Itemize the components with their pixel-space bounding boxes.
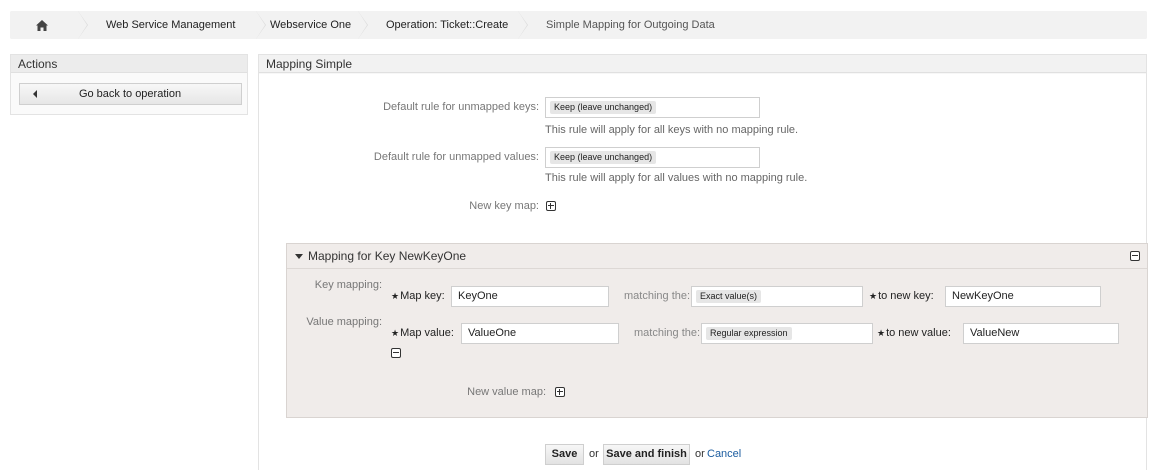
remove-key-map-icon[interactable] — [1130, 251, 1140, 261]
actions-sidebar: Actions Go back to operation — [10, 54, 248, 115]
default-keys-selected: Keep (leave unchanged) — [550, 101, 657, 114]
to-new-value-label: ★to new value: — [877, 327, 951, 339]
go-back-button[interactable]: Go back to operation — [19, 83, 242, 105]
map-value-input[interactable]: ValueOne — [461, 323, 619, 344]
default-keys-hint: This rule will apply for all keys with n… — [545, 124, 799, 136]
main-title: Mapping Simple — [259, 55, 1146, 73]
mapping-simple-box: Mapping Simple Default rule for unmapped… — [258, 54, 1148, 470]
required-star-icon: ★ — [869, 291, 878, 301]
breadcrumb-webservice[interactable]: Webservice One — [256, 11, 368, 39]
new-value-input[interactable]: ValueNew — [963, 323, 1119, 344]
map-key-input[interactable]: KeyOne — [451, 286, 609, 307]
value-matching-select[interactable]: Regular expression — [701, 323, 873, 344]
key-mapping-panel: Mapping for Key NewKeyOne Key mapping: ★… — [286, 243, 1148, 418]
key-mapping-panel-title: Mapping for Key NewKeyOne — [308, 249, 467, 263]
add-value-map-icon[interactable] — [555, 387, 565, 397]
breadcrumb-operation[interactable]: Operation: Ticket::Create — [358, 11, 528, 39]
key-mapping-panel-header[interactable]: Mapping for Key NewKeyOne — [287, 244, 1147, 269]
main-body: Default rule for unmapped keys: Keep (le… — [259, 74, 1148, 470]
key-matching-selected: Exact value(s) — [696, 290, 762, 303]
key-matching-select[interactable]: Exact value(s) — [691, 286, 863, 307]
breadcrumb-home[interactable] — [10, 11, 88, 39]
value-matching-selected: Regular expression — [706, 327, 792, 340]
key-matching-label: matching the: — [624, 290, 691, 302]
remove-value-map-icon[interactable] — [391, 348, 401, 358]
or-text: or — [695, 448, 705, 460]
default-values-select[interactable]: Keep (leave unchanged) — [545, 147, 760, 168]
save-button[interactable]: Save — [545, 444, 584, 465]
new-key-map-label: New key map: — [469, 200, 539, 212]
map-key-label: ★Map key: — [391, 290, 445, 302]
key-mapping-label: Key mapping: — [314, 279, 382, 291]
default-values-selected: Keep (leave unchanged) — [550, 151, 657, 164]
or-text: or — [589, 448, 599, 460]
required-star-icon: ★ — [877, 328, 886, 338]
to-new-key-label: ★to new key: — [869, 290, 934, 302]
breadcrumb: Web Service Management Webservice One Op… — [10, 11, 1147, 39]
new-value-map-label: New value map: — [467, 386, 546, 398]
default-keys-select[interactable]: Keep (leave unchanged) — [545, 97, 760, 118]
value-matching-label: matching the: — [634, 327, 701, 339]
home-icon — [36, 19, 48, 31]
value-mapping-label: Value mapping: — [306, 316, 382, 328]
breadcrumb-current: Simple Mapping for Outgoing Data — [518, 11, 1147, 39]
breadcrumb-web-service-management[interactable]: Web Service Management — [78, 11, 266, 39]
required-star-icon: ★ — [391, 291, 400, 301]
save-and-finish-button[interactable]: Save and finish — [603, 444, 690, 465]
sidebar-title: Actions — [11, 55, 247, 73]
cancel-link[interactable]: Cancel — [707, 448, 741, 460]
new-key-input[interactable]: NewKeyOne — [945, 286, 1101, 307]
default-values-hint: This rule will apply for all values with… — [545, 172, 808, 184]
default-keys-label: Default rule for unmapped keys: — [383, 101, 539, 113]
required-star-icon: ★ — [391, 328, 400, 338]
collapse-triangle-icon[interactable] — [295, 253, 303, 259]
default-values-label: Default rule for unmapped values: — [373, 151, 539, 163]
go-back-label: Go back to operation — [78, 88, 182, 100]
add-key-map-icon[interactable] — [546, 201, 556, 211]
map-value-label: ★Map value: — [391, 327, 454, 339]
